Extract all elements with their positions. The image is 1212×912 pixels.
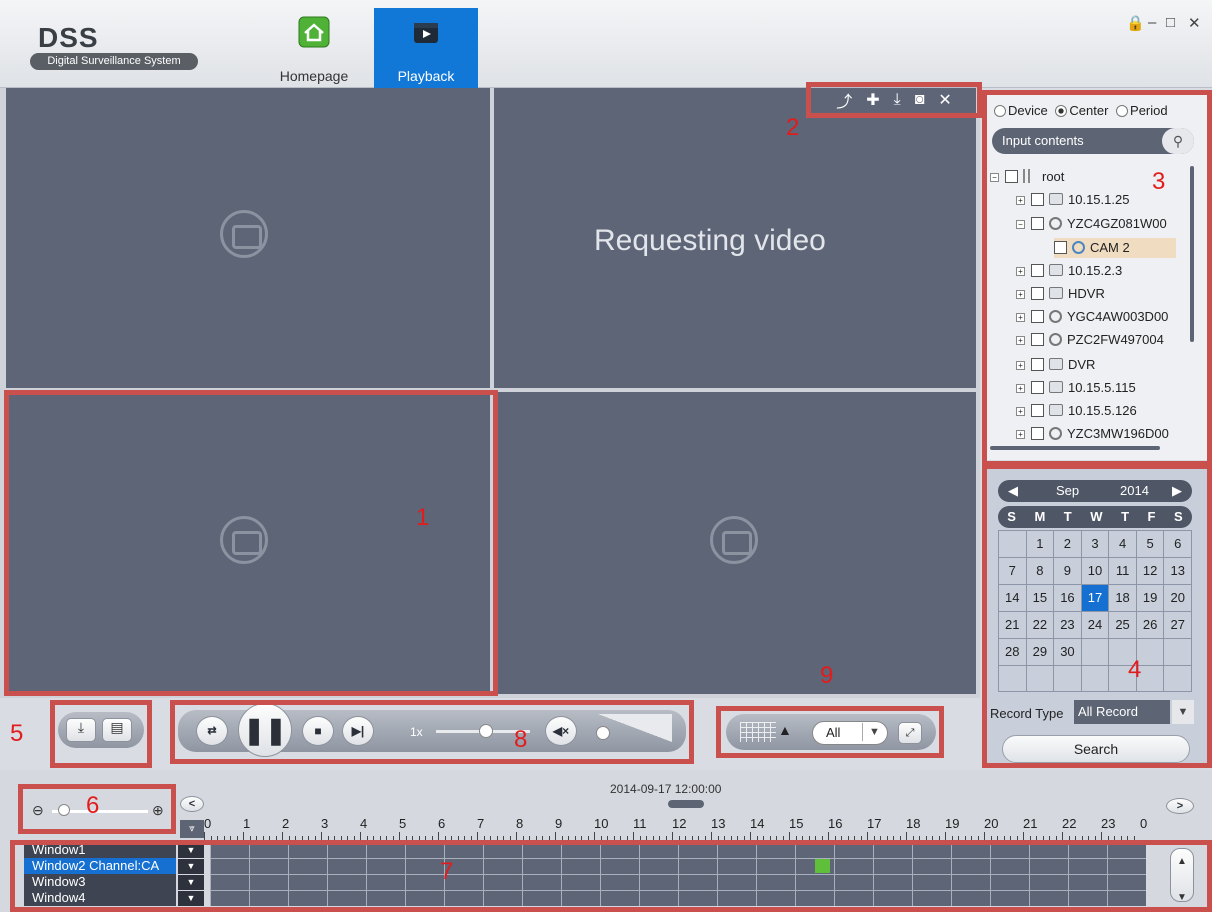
video-pane-2[interactable]: Requesting video bbox=[494, 88, 976, 388]
timeline-handle[interactable] bbox=[668, 800, 704, 808]
hour-tick-label: 8 bbox=[516, 816, 524, 831]
hour-tick-label: 15 bbox=[789, 816, 804, 831]
hour-tick-label: 7 bbox=[477, 816, 485, 831]
annotation-label-9: 9 bbox=[820, 662, 834, 689]
minor-tick bbox=[399, 832, 400, 840]
minor-tick bbox=[204, 832, 205, 840]
hour-tick-label: 6 bbox=[438, 816, 446, 831]
video-pane-4[interactable] bbox=[494, 392, 976, 694]
tab-homepage[interactable]: Homepage bbox=[262, 8, 366, 88]
minor-tick bbox=[828, 832, 829, 840]
tab-playback[interactable]: Playback bbox=[374, 8, 478, 88]
minor-tick bbox=[750, 832, 751, 840]
top-bar bbox=[0, 0, 1212, 88]
minor-tick bbox=[555, 832, 556, 840]
annotation-box-9 bbox=[716, 706, 944, 758]
minor-tick bbox=[438, 832, 439, 840]
hour-tick-label: 18 bbox=[906, 816, 921, 831]
hour-tick-label: 20 bbox=[984, 816, 999, 831]
hour-tick-label: 5 bbox=[399, 816, 407, 831]
timeline-next-button[interactable]: > bbox=[1166, 798, 1194, 814]
lock-icon[interactable]: 🔒 bbox=[1126, 14, 1145, 32]
annotation-label-8: 8 bbox=[514, 726, 528, 753]
hour-tick-label: 16 bbox=[828, 816, 843, 831]
video-pane-1[interactable] bbox=[6, 88, 490, 388]
minor-tick bbox=[1101, 832, 1102, 840]
hour-tick-label: 4 bbox=[360, 816, 368, 831]
close-window-button[interactable]: ✕ bbox=[1188, 14, 1201, 32]
minor-tick bbox=[984, 832, 985, 840]
hour-tick-label: 1 bbox=[243, 816, 251, 831]
annotation-label-3: 3 bbox=[1152, 168, 1166, 195]
timeline-timestamp: 2014-09-17 12:00:00 bbox=[610, 782, 722, 796]
hour-tick-label: 10 bbox=[594, 816, 609, 831]
requesting-video-text: Requesting video bbox=[594, 224, 826, 257]
minor-tick bbox=[1062, 832, 1063, 840]
annotation-box-4 bbox=[982, 464, 1212, 768]
hour-tick-label: 13 bbox=[711, 816, 726, 831]
minor-tick bbox=[321, 832, 322, 840]
app-logo-title: DSS bbox=[38, 22, 99, 53]
hour-tick-label: 12 bbox=[672, 816, 687, 831]
playback-icon bbox=[414, 23, 438, 43]
camera-placeholder-icon bbox=[710, 516, 758, 564]
annotation-box-3 bbox=[982, 90, 1212, 466]
minor-tick bbox=[672, 832, 673, 840]
home-icon bbox=[298, 16, 330, 48]
minor-tick bbox=[282, 832, 283, 840]
hour-tick-label: 2 bbox=[282, 816, 290, 831]
minor-tick bbox=[516, 832, 517, 840]
annotation-box-5 bbox=[50, 700, 152, 768]
hour-tick-label: 14 bbox=[750, 816, 765, 831]
minor-tick bbox=[711, 832, 712, 840]
tab-homepage-label: Homepage bbox=[279, 68, 349, 84]
annotation-label-4: 4 bbox=[1128, 656, 1142, 683]
annotation-label-7: 7 bbox=[440, 858, 454, 885]
app-logo-subtitle: Digital Surveillance System bbox=[30, 53, 198, 70]
minor-tick bbox=[867, 832, 868, 840]
minor-tick bbox=[906, 832, 907, 840]
annotation-label-1: 1 bbox=[416, 504, 430, 531]
hour-tick-label: 21 bbox=[1023, 816, 1038, 831]
hour-tick-label: 0 bbox=[204, 816, 212, 831]
hour-tick-label: 23 bbox=[1101, 816, 1116, 831]
minimize-button[interactable]: – bbox=[1148, 14, 1156, 31]
tab-playback-label: Playback bbox=[397, 68, 455, 84]
annotation-box-2 bbox=[806, 82, 982, 118]
camera-placeholder-icon bbox=[220, 210, 268, 258]
hour-tick-label: 19 bbox=[945, 816, 960, 831]
annotation-box-8 bbox=[170, 700, 694, 764]
timeline-ruler[interactable]: 0 1 2 3 4 5 6 7 8 9 10 11 12 13 14 15 16 17 18 19 20 21 22 23 0 bbox=[196, 816, 1152, 840]
hour-tick-label: 0 bbox=[1140, 816, 1148, 831]
hour-tick-label: 17 bbox=[867, 816, 882, 831]
hour-tick-label: 3 bbox=[321, 816, 329, 831]
annotation-box-1 bbox=[4, 390, 498, 696]
minor-tick bbox=[594, 832, 595, 840]
minor-tick bbox=[633, 832, 634, 840]
minor-tick bbox=[789, 832, 790, 840]
hour-tick-label: 22 bbox=[1062, 816, 1077, 831]
minor-tick bbox=[945, 832, 946, 840]
annotation-label-5: 5 bbox=[10, 720, 24, 747]
maximize-button[interactable]: □ bbox=[1166, 14, 1175, 31]
hour-tick-label: 11 bbox=[633, 816, 647, 831]
annotation-label-2: 2 bbox=[786, 114, 800, 141]
timeline-prev-button[interactable]: < bbox=[180, 796, 204, 812]
minor-tick bbox=[360, 832, 361, 840]
minor-tick bbox=[477, 832, 478, 840]
minor-tick bbox=[243, 832, 244, 840]
annotation-label-6: 6 bbox=[86, 792, 100, 819]
minor-tick bbox=[1023, 832, 1024, 840]
annotation-box-7 bbox=[10, 840, 1212, 912]
hour-tick-label: 9 bbox=[555, 816, 563, 831]
